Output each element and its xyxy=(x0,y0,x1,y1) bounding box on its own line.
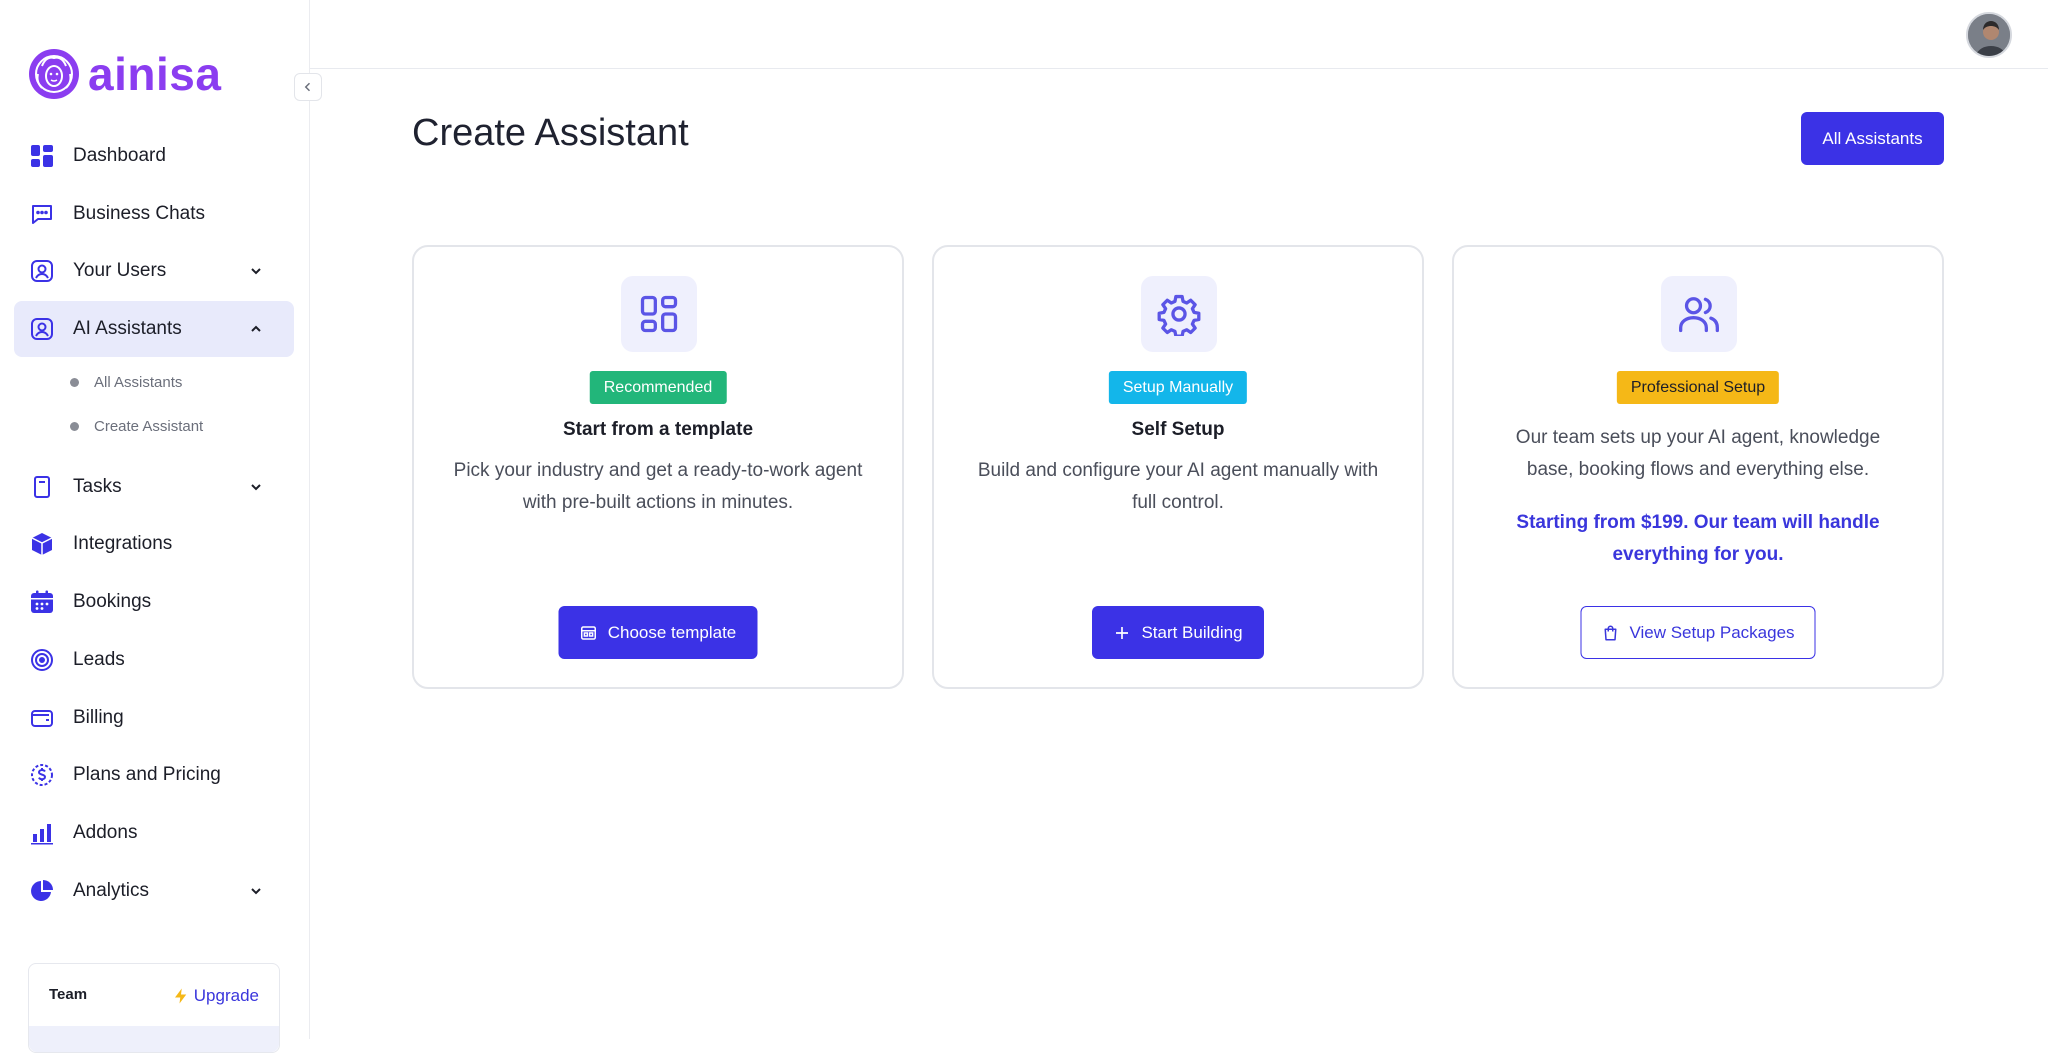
sidebar-item-your-users[interactable]: Your Users xyxy=(14,243,294,299)
wallet-icon xyxy=(28,704,56,732)
sidebar-item-label: Analytics xyxy=(73,879,150,901)
chat-icon xyxy=(28,200,56,228)
sidebar-item-business-chats[interactable]: Business Chats xyxy=(14,186,294,242)
logo-icon xyxy=(29,49,79,99)
clipboard-icon xyxy=(28,473,56,501)
sidebar-item-label: Billing xyxy=(73,706,124,728)
card-title: Self Setup xyxy=(1131,419,1225,440)
pricing-promo: Starting from $199. Our team will handle… xyxy=(1516,512,1880,565)
dollar-icon xyxy=(28,761,56,789)
status-badge: Setup Manually xyxy=(1108,371,1248,404)
brand-name: ainisa xyxy=(88,48,222,100)
start-building-button[interactable]: Start Building xyxy=(1092,606,1264,659)
submenu-item-all-assistants[interactable]: All Assistants xyxy=(14,361,294,405)
sidebar-item-label: AI Assistants xyxy=(73,318,182,340)
sidebar-item-plans-and-pricing[interactable]: Plans and Pricing xyxy=(14,747,294,803)
view-setup-packages-button[interactable]: View Setup Packages xyxy=(1580,606,1816,659)
self-setup-option-card: Setup Manually Self Setup Build and conf… xyxy=(932,245,1424,689)
button-label: View Setup Packages xyxy=(1629,622,1795,642)
submenu-item-label: Create Assistant xyxy=(94,418,204,436)
sidebar-item-ai-assistants[interactable]: AI Assistants xyxy=(14,301,294,358)
submenu-item-label: All Assistants xyxy=(94,374,183,392)
sidebar-item-leads[interactable]: Leads xyxy=(14,632,294,688)
chevron-down-icon[interactable] xyxy=(248,479,264,495)
brand-logo[interactable]: ainisa xyxy=(28,48,221,100)
status-badge: Recommended xyxy=(589,371,727,404)
sidebar-item-label: Your Users xyxy=(73,260,167,282)
dashboard-icon xyxy=(28,142,56,170)
card-title: Start from a template xyxy=(562,419,754,440)
upgrade-link[interactable]: Upgrade xyxy=(172,986,259,1006)
sidebar-item-label: Leads xyxy=(73,648,125,670)
avatar[interactable] xyxy=(1966,12,2012,58)
button-label: Start Building xyxy=(1141,622,1243,642)
button-label: Choose template xyxy=(607,622,737,642)
chevron-down-icon[interactable] xyxy=(248,263,264,279)
pie-chart-icon xyxy=(28,877,56,905)
grid-icon xyxy=(621,276,697,352)
chevron-left-icon xyxy=(304,82,311,92)
professional-setup-option-card: Professional Setup Our team sets up your… xyxy=(1452,245,1944,689)
status-badge: Professional Setup xyxy=(1616,371,1780,404)
team-label: Team xyxy=(49,986,88,1003)
page-title: Create Assistant xyxy=(412,112,689,154)
bar-chart-icon xyxy=(28,819,56,847)
top-bar xyxy=(310,0,2048,69)
shopping-bag-icon xyxy=(1604,625,1617,640)
sidebar-item-label: Bookings xyxy=(73,591,152,613)
plus-icon xyxy=(1116,626,1129,639)
choose-template-button[interactable]: Choose template xyxy=(558,606,758,659)
sidebar-item-billing[interactable]: Billing xyxy=(14,690,294,746)
card-description: Our team sets up your AI agent, knowledg… xyxy=(1515,427,1881,480)
cube-icon xyxy=(28,530,56,558)
sidebar-item-label: Business Chats xyxy=(73,202,206,224)
gear-icon xyxy=(1141,276,1217,352)
template-icon xyxy=(581,625,597,640)
ai-assistants-submenu: All Assistants Create Assistant xyxy=(14,359,294,459)
bullet-icon xyxy=(70,422,79,432)
sidebar-item-label: Integrations xyxy=(73,533,173,555)
sidebar-item-dashboard[interactable]: Dashboard xyxy=(14,128,294,184)
users-icon xyxy=(1661,276,1737,352)
assistant-icon xyxy=(28,315,56,343)
sidebar-item-addons[interactable]: Addons xyxy=(14,805,294,861)
team-card-footer xyxy=(29,1026,279,1052)
chevron-down-icon[interactable] xyxy=(248,883,264,899)
sidebar-item-integrations[interactable]: Integrations xyxy=(14,516,294,572)
sidebar-item-bookings[interactable]: Bookings xyxy=(14,574,294,630)
card-description: Pick your industry and get a ready-to-wo… xyxy=(453,460,863,513)
sidebar-item-label: Plans and Pricing xyxy=(73,764,221,786)
sidebar-item-label: Addons xyxy=(73,821,138,843)
user-icon xyxy=(28,257,56,285)
all-assistants-button[interactable]: All Assistants xyxy=(1801,112,1944,165)
target-icon xyxy=(28,646,56,674)
chevron-up-icon[interactable] xyxy=(248,321,264,337)
team-card: Team Upgrade xyxy=(28,963,280,1053)
sidebar-collapse-button[interactable] xyxy=(294,73,322,101)
sidebar-item-analytics[interactable]: Analytics xyxy=(14,863,294,919)
lightning-icon xyxy=(174,988,187,1004)
card-description: Build and configure your AI agent manual… xyxy=(977,460,1379,513)
upgrade-label: Upgrade xyxy=(193,986,259,1005)
sidebar-item-label: Tasks xyxy=(73,475,122,497)
template-option-card: Recommended Start from a template Pick y… xyxy=(412,245,904,689)
user-avatar-icon xyxy=(1968,14,2010,56)
sidebar-item-tasks[interactable]: Tasks xyxy=(14,459,294,515)
bullet-icon xyxy=(70,378,79,388)
sidebar: ainisa Dashboard Business Chats Your Use… xyxy=(0,0,310,1053)
sidebar-nav: Dashboard Business Chats Your Users AI A… xyxy=(14,128,294,920)
calendar-icon xyxy=(28,588,56,616)
submenu-item-create-assistant[interactable]: Create Assistant xyxy=(14,405,294,449)
sidebar-item-label: Dashboard xyxy=(73,145,166,166)
